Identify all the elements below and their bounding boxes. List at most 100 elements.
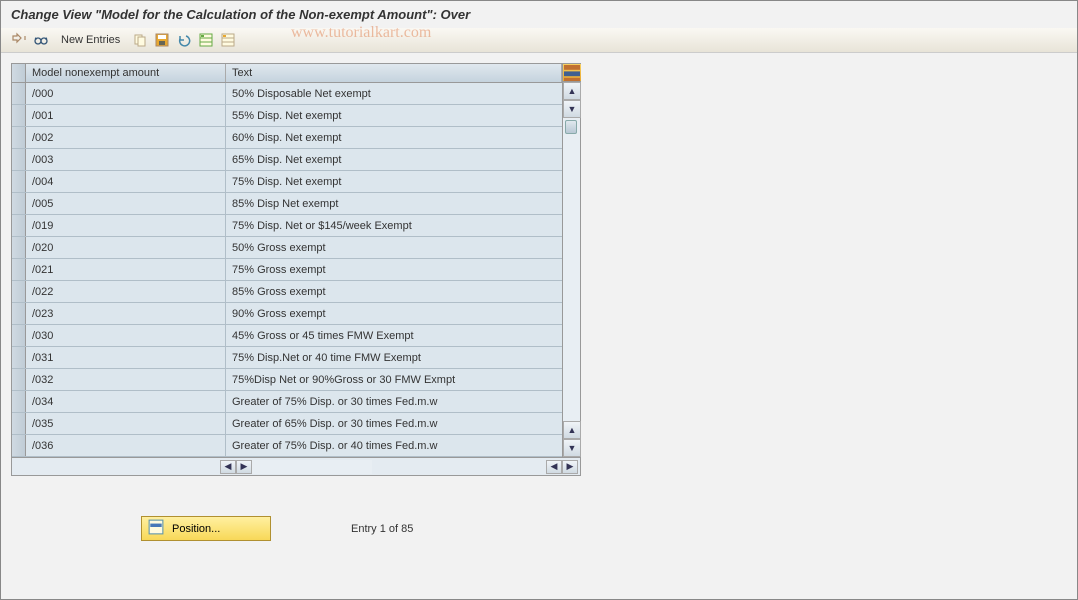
scroll-up2-icon[interactable]: ▲ <box>563 421 581 439</box>
cell-text[interactable]: 45% Gross or 45 times FMW Exempt <box>226 325 562 346</box>
copy-icon[interactable] <box>132 32 148 48</box>
cell-model[interactable]: /023 <box>26 303 226 324</box>
cell-text[interactable]: 85% Disp Net exempt <box>226 193 562 214</box>
table-body: /00050% Disposable Net exempt/00155% Dis… <box>12 83 562 457</box>
cell-model[interactable]: /035 <box>26 413 226 434</box>
cell-text[interactable]: 75%Disp Net or 90%Gross or 30 FMW Exmpt <box>226 369 562 390</box>
row-selector-header[interactable] <box>12 64 26 82</box>
cell-model[interactable]: /031 <box>26 347 226 368</box>
scroll-down-icon[interactable]: ▼ <box>563 100 581 118</box>
row-selector[interactable] <box>12 347 26 368</box>
row-selector[interactable] <box>12 303 26 324</box>
table-row: /00050% Disposable Net exempt <box>12 83 562 105</box>
cell-model[interactable]: /001 <box>26 105 226 126</box>
row-selector[interactable] <box>12 193 26 214</box>
cell-text[interactable]: 50% Disposable Net exempt <box>226 83 562 104</box>
cell-text[interactable]: 55% Disp. Net exempt <box>226 105 562 126</box>
row-selector[interactable] <box>12 391 26 412</box>
row-selector[interactable] <box>12 237 26 258</box>
row-selector[interactable] <box>12 281 26 302</box>
table-row: /01975% Disp. Net or $145/week Exempt <box>12 215 562 237</box>
table-header: Model nonexempt amount Text <box>12 64 562 83</box>
glasses-icon[interactable] <box>33 32 49 48</box>
row-selector[interactable] <box>12 83 26 104</box>
row-selector[interactable] <box>12 325 26 346</box>
row-selector[interactable] <box>12 413 26 434</box>
column-header-text[interactable]: Text <box>226 64 562 82</box>
row-selector[interactable] <box>12 149 26 170</box>
cell-text[interactable]: 60% Disp. Net exempt <box>226 127 562 148</box>
cell-text[interactable]: 85% Gross exempt <box>226 281 562 302</box>
table-row: /035Greater of 65% Disp. or 30 times Fed… <box>12 413 562 435</box>
cell-model[interactable]: /020 <box>26 237 226 258</box>
position-label: Position... <box>172 523 220 535</box>
table-row: /00585% Disp Net exempt <box>12 193 562 215</box>
table-row: /036Greater of 75% Disp. or 40 times Fed… <box>12 435 562 457</box>
new-entries-button[interactable]: New Entries <box>55 34 126 46</box>
cell-text[interactable]: 75% Gross exempt <box>226 259 562 280</box>
table-row: /03275%Disp Net or 90%Gross or 30 FMW Ex… <box>12 369 562 391</box>
table-row: /034Greater of 75% Disp. or 30 times Fed… <box>12 391 562 413</box>
position-button[interactable]: Position... <box>141 516 271 541</box>
cell-model[interactable]: /034 <box>26 391 226 412</box>
hscroll-right-icon[interactable]: ▶ <box>236 460 252 474</box>
hscroll-left2-icon[interactable]: ◀ <box>546 460 562 474</box>
cell-model[interactable]: /019 <box>26 215 226 236</box>
cell-model[interactable]: /005 <box>26 193 226 214</box>
toolbar: New Entries www.tutorialkart.com <box>1 28 1077 53</box>
select-all-icon[interactable] <box>198 32 214 48</box>
entry-status: Entry 1 of 85 <box>351 523 413 535</box>
expand-icon[interactable] <box>11 32 27 48</box>
content-area: Model nonexempt amount Text /00050% Disp… <box>1 53 1077 561</box>
undo-icon[interactable] <box>176 32 192 48</box>
row-selector[interactable] <box>12 215 26 236</box>
table-row: /02175% Gross exempt <box>12 259 562 281</box>
cell-text[interactable]: Greater of 65% Disp. or 30 times Fed.m.w <box>226 413 562 434</box>
row-selector[interactable] <box>12 171 26 192</box>
page-title: Change View "Model for the Calculation o… <box>1 1 1077 28</box>
hscroll-left-icon[interactable]: ◀ <box>220 460 236 474</box>
vertical-scroll: ▲ ▼ ▲ ▼ <box>562 64 580 457</box>
scroll-down2-icon[interactable]: ▼ <box>563 439 581 457</box>
cell-text[interactable]: Greater of 75% Disp. or 40 times Fed.m.w <box>226 435 562 456</box>
row-selector[interactable] <box>12 369 26 390</box>
table-row: /02050% Gross exempt <box>12 237 562 259</box>
table-row: /02390% Gross exempt <box>12 303 562 325</box>
table-row: /00260% Disp. Net exempt <box>12 127 562 149</box>
cell-model[interactable]: /032 <box>26 369 226 390</box>
cell-model[interactable]: /003 <box>26 149 226 170</box>
table-settings-icon[interactable] <box>563 64 581 82</box>
cell-text[interactable]: Greater of 75% Disp. or 30 times Fed.m.w <box>226 391 562 412</box>
cell-model[interactable]: /021 <box>26 259 226 280</box>
cell-model[interactable]: /036 <box>26 435 226 456</box>
cell-text[interactable]: 75% Disp.Net or 40 time FMW Exempt <box>226 347 562 368</box>
cell-model[interactable]: /022 <box>26 281 226 302</box>
scroll-up-icon[interactable]: ▲ <box>563 82 581 100</box>
table-row: /00365% Disp. Net exempt <box>12 149 562 171</box>
row-selector[interactable] <box>12 435 26 456</box>
table-row: /02285% Gross exempt <box>12 281 562 303</box>
row-selector[interactable] <box>12 127 26 148</box>
cell-text[interactable]: 75% Disp. Net or $145/week Exempt <box>226 215 562 236</box>
table-row: /00475% Disp. Net exempt <box>12 171 562 193</box>
cell-model[interactable]: /002 <box>26 127 226 148</box>
deselect-all-icon[interactable] <box>220 32 236 48</box>
scroll-thumb[interactable] <box>565 120 577 134</box>
cell-text[interactable]: 90% Gross exempt <box>226 303 562 324</box>
row-selector[interactable] <box>12 259 26 280</box>
table-row: /00155% Disp. Net exempt <box>12 105 562 127</box>
scroll-track[interactable] <box>563 118 580 421</box>
column-header-model[interactable]: Model nonexempt amount <box>26 64 226 82</box>
cell-model[interactable]: /000 <box>26 83 226 104</box>
save-icon[interactable] <box>154 32 170 48</box>
table-row: /03045% Gross or 45 times FMW Exempt <box>12 325 562 347</box>
cell-model[interactable]: /004 <box>26 171 226 192</box>
row-selector[interactable] <box>12 105 26 126</box>
footer-area: Position... Entry 1 of 85 <box>11 476 1067 551</box>
hscroll-track[interactable] <box>252 460 372 474</box>
cell-text[interactable]: 50% Gross exempt <box>226 237 562 258</box>
cell-text[interactable]: 75% Disp. Net exempt <box>226 171 562 192</box>
hscroll-right2-icon[interactable]: ▶ <box>562 460 578 474</box>
cell-model[interactable]: /030 <box>26 325 226 346</box>
cell-text[interactable]: 65% Disp. Net exempt <box>226 149 562 170</box>
